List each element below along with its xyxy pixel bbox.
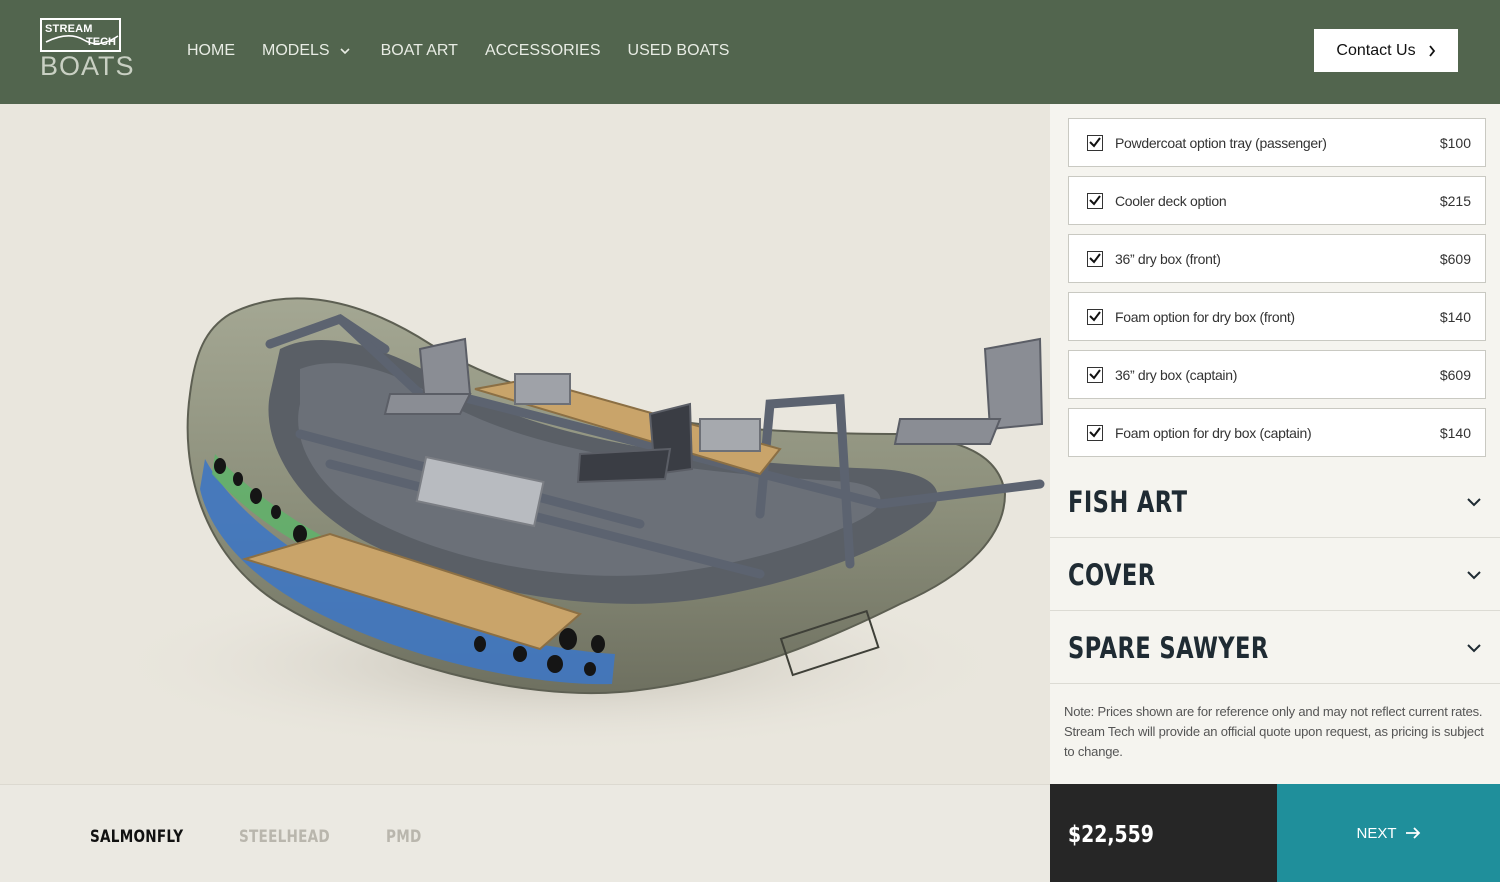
pricing-note: Note: Prices shown are for reference onl… bbox=[1064, 704, 1484, 759]
chevron-down-icon bbox=[1467, 571, 1481, 580]
section-title: SPARE SAWYER bbox=[1068, 630, 1269, 665]
arrow-right-icon bbox=[1405, 827, 1420, 839]
logo-tech-text: TECH bbox=[86, 36, 116, 48]
checkbox[interactable] bbox=[1087, 250, 1103, 267]
section-cover[interactable]: COVER bbox=[1050, 539, 1500, 611]
variant-steelhead[interactable]: STEELHEAD bbox=[239, 827, 330, 847]
option-row[interactable]: 36” dry box (front) $609 bbox=[1068, 234, 1486, 283]
option-price: $609 bbox=[1439, 250, 1471, 267]
check-icon bbox=[1089, 136, 1101, 148]
variant-bar: SALMONFLY STEELHEAD PMD bbox=[0, 784, 1050, 882]
chevron-right-icon bbox=[1428, 44, 1435, 57]
nav-models[interactable]: MODELS bbox=[262, 42, 350, 60]
nav-home-label: HOME bbox=[187, 42, 235, 59]
configurator-panel: Powdercoat option tray (passenger) $100 … bbox=[1050, 104, 1500, 784]
contact-us-label: Contact Us bbox=[1336, 41, 1416, 59]
nav-used-boats[interactable]: USED BOATS bbox=[628, 42, 730, 60]
check-icon bbox=[1089, 368, 1101, 380]
option-label: Foam option for dry box (front) bbox=[1115, 308, 1295, 325]
check-icon bbox=[1089, 194, 1101, 206]
check-icon bbox=[1089, 252, 1101, 264]
checkbox[interactable] bbox=[1087, 192, 1103, 209]
option-row[interactable]: Cooler deck option $215 bbox=[1068, 176, 1486, 225]
checkbox[interactable] bbox=[1087, 134, 1103, 151]
option-label: 36” dry box (captain) bbox=[1115, 366, 1238, 383]
check-icon bbox=[1089, 426, 1101, 438]
variant-salmonfly[interactable]: SALMONFLY bbox=[90, 827, 183, 847]
nav-models-label: MODELS bbox=[262, 42, 330, 59]
section-title: FISH ART bbox=[1068, 484, 1188, 519]
option-row[interactable]: Powdercoat option tray (passenger) $100 bbox=[1068, 118, 1486, 167]
nav-boat-art[interactable]: BOAT ART bbox=[381, 42, 458, 60]
option-price: $140 bbox=[1439, 308, 1471, 325]
option-label: Foam option for dry box (captain) bbox=[1115, 424, 1312, 441]
section-fish-art[interactable]: FISH ART bbox=[1050, 466, 1500, 538]
nav-boat-art-label: BOAT ART bbox=[380, 42, 458, 59]
option-label: 36” dry box (front) bbox=[1115, 250, 1221, 267]
option-label: Cooler deck option bbox=[1115, 192, 1227, 209]
checkbox[interactable] bbox=[1087, 424, 1103, 441]
option-row[interactable]: Foam option for dry box (captain) $140 bbox=[1068, 408, 1486, 457]
option-price: $215 bbox=[1439, 192, 1471, 209]
option-price: $609 bbox=[1439, 366, 1471, 383]
checkbox[interactable] bbox=[1087, 308, 1103, 325]
nav-accessories[interactable]: ACCESSORIES bbox=[485, 42, 601, 60]
stream-tech-logo[interactable]: STREAM TECH BOATS bbox=[40, 18, 134, 81]
variant-pmd[interactable]: PMD bbox=[386, 827, 422, 847]
option-label: Powdercoat option tray (passenger) bbox=[1115, 134, 1327, 151]
chevron-down-icon bbox=[340, 48, 350, 55]
section-title: COVER bbox=[1068, 557, 1156, 592]
chevron-down-icon bbox=[1467, 498, 1481, 507]
section-spare-sawyer[interactable]: SPARE SAWYER bbox=[1050, 612, 1500, 684]
chevron-down-icon bbox=[1467, 644, 1481, 653]
total-price: $22,559 bbox=[1068, 822, 1154, 848]
nav-accessories-label: ACCESSORIES bbox=[484, 42, 601, 59]
option-price: $140 bbox=[1439, 424, 1471, 441]
next-label: NEXT bbox=[1356, 824, 1397, 842]
nav-home[interactable]: HOME bbox=[187, 42, 235, 60]
main-nav: HOME MODELS BOAT ART ACCESSORIES USED BO… bbox=[187, 42, 756, 60]
raft-illustration bbox=[100, 297, 1045, 754]
total-price-box: $22,559 bbox=[1050, 784, 1277, 882]
option-row[interactable]: 36” dry box (captain) $609 bbox=[1068, 350, 1486, 399]
option-price: $100 bbox=[1439, 134, 1471, 151]
option-row[interactable]: Foam option for dry box (front) $140 bbox=[1068, 292, 1486, 341]
check-icon bbox=[1089, 310, 1101, 322]
contact-us-button[interactable]: Contact Us bbox=[1314, 29, 1458, 72]
next-button[interactable]: NEXT bbox=[1277, 784, 1500, 882]
checkbox[interactable] bbox=[1087, 366, 1103, 383]
logo-boats-text: BOATS bbox=[40, 51, 135, 81]
site-header: STREAM TECH BOATS HOME MODELS BOAT ART A… bbox=[0, 0, 1500, 104]
boat-3d-viewer[interactable] bbox=[0, 104, 1050, 784]
nav-used-boats-label: USED BOATS bbox=[627, 42, 730, 59]
logo-frame: STREAM TECH bbox=[40, 18, 121, 52]
